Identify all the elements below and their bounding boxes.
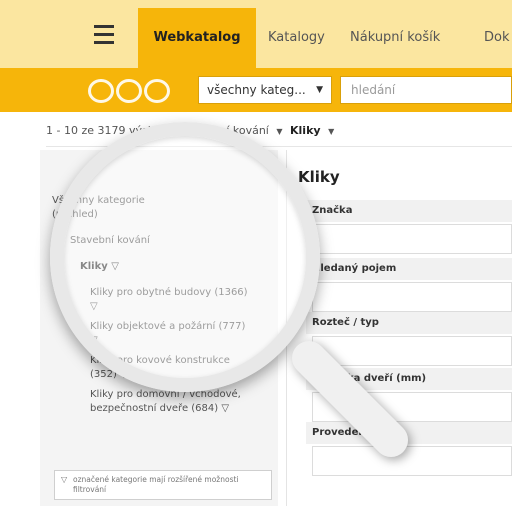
category-select-value: všechny kateg... — [207, 83, 306, 97]
tab-webkatalog[interactable]: Webkatalog — [138, 8, 256, 68]
tab-katalogy[interactable]: Katalogy — [268, 8, 325, 68]
tab-dokumenty[interactable]: Dok — [484, 8, 510, 68]
hamburger-menu-icon[interactable] — [76, 20, 132, 50]
filter-note-text: označené kategorie mají rozšířené možnos… — [73, 475, 239, 494]
magnifier-lens-icon — [50, 122, 320, 392]
category-select[interactable]: všechny kateg... ▼ — [198, 76, 332, 104]
filter-header-roztec-typ[interactable]: Rozteč / typ — [306, 312, 512, 334]
filter-header-znacka[interactable]: Značka — [306, 200, 512, 222]
filter-field-znacka[interactable] — [312, 224, 512, 254]
breadcrumb-kliky[interactable]: Kliky — [290, 124, 321, 137]
filter-header-hledany-pojem[interactable]: Hledaný pojem — [306, 258, 512, 280]
brand-logo[interactable] — [88, 76, 186, 106]
chevron-down-icon[interactable]: ▼ — [276, 127, 282, 136]
chevron-down-icon: ▼ — [316, 85, 323, 95]
search-input[interactable]: hledání — [340, 76, 512, 104]
sidebar-item-vchodove-dvere-count[interactable]: bezpečnostní dveře (684) ▽ — [90, 402, 229, 416]
filter-note: ▽ označené kategorie mají rozšířené možn… — [54, 470, 272, 500]
filter-field-roztec-typ[interactable] — [312, 336, 512, 366]
page-title: Kliky — [298, 168, 340, 186]
filter-icon: ▽ — [61, 475, 68, 484]
filter-field-provedeni[interactable] — [312, 446, 512, 476]
filter-header-provedeni[interactable]: Provedení — [306, 422, 512, 444]
tab-nakupni-kosik[interactable]: Nákupní košík — [350, 8, 440, 68]
top-navigation: Webkatalog Katalogy Nákupní košík Dok — [0, 0, 512, 68]
chevron-down-icon[interactable]: ▼ — [328, 127, 334, 136]
search-bar: všechny kateg... ▼ hledání — [0, 68, 512, 112]
filter-field-hledany-pojem[interactable] — [312, 282, 512, 312]
